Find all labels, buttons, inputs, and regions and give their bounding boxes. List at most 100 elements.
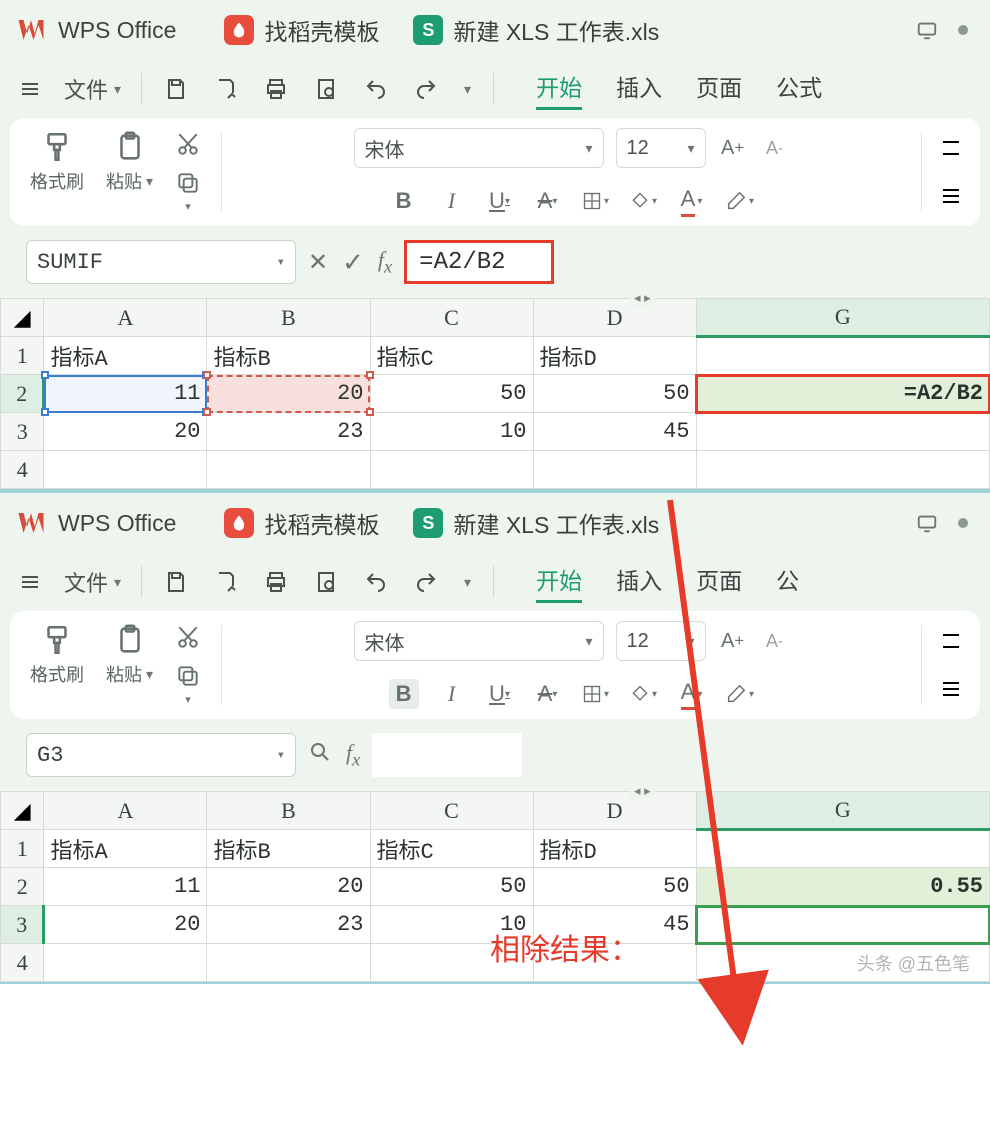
cell[interactable]: 指标B xyxy=(207,830,370,868)
row-header[interactable]: 3 xyxy=(1,906,44,944)
name-box[interactable]: G3▾ xyxy=(26,733,296,777)
tab-page[interactable]: 页面 xyxy=(696,562,742,603)
format-painter-button[interactable]: 格式刷 xyxy=(24,621,90,689)
cell[interactable]: 指标C xyxy=(370,830,533,868)
cut-icon[interactable] xyxy=(169,129,207,159)
font-name-select[interactable]: 宋体▾ xyxy=(354,128,604,168)
col-header[interactable]: A xyxy=(44,792,207,830)
row-header[interactable]: 1 xyxy=(1,830,44,868)
spreadsheet-grid[interactable]: ◂ ▸ ◢ A B C D G 1 指标A 指标B 指标C 指标D 2 11 xyxy=(0,298,990,489)
more-dot-icon[interactable] xyxy=(958,25,968,35)
tab-templates[interactable]: 找稻壳模板 xyxy=(210,493,393,553)
tab-formula[interactable]: 公 xyxy=(776,562,799,603)
cell[interactable]: 指标A xyxy=(44,337,207,375)
row-header[interactable]: 1 xyxy=(1,337,44,375)
print-preview-icon[interactable] xyxy=(304,60,348,118)
col-header[interactable]: G xyxy=(696,792,989,830)
redo-icon[interactable] xyxy=(404,553,448,611)
cell[interactable]: 指标D xyxy=(533,830,696,868)
save-as-icon[interactable] xyxy=(204,60,248,118)
fill-color-icon[interactable]: ▾ xyxy=(629,679,659,709)
file-menu[interactable]: 文件▾ xyxy=(56,553,129,611)
col-header[interactable]: A xyxy=(44,299,207,337)
save-as-icon[interactable] xyxy=(204,553,248,611)
cell[interactable]: 50 xyxy=(370,375,533,413)
cell-g2-formula[interactable]: =A2/B2 xyxy=(696,375,989,413)
cell[interactable]: 指标B xyxy=(207,337,370,375)
tab-start[interactable]: 开始 xyxy=(536,562,582,603)
cell[interactable]: 指标D xyxy=(533,337,696,375)
font-increase-icon[interactable]: A+ xyxy=(718,133,748,163)
save-icon[interactable] xyxy=(154,60,198,118)
col-header[interactable]: D xyxy=(533,299,696,337)
tab-document[interactable]: S 新建 XLS 工作表.xls xyxy=(399,493,673,553)
redo-icon[interactable] xyxy=(404,60,448,118)
align-icon-2[interactable] xyxy=(936,181,966,211)
tab-document[interactable]: S 新建 XLS 工作表.xls xyxy=(399,0,673,60)
cell[interactable]: 指标A xyxy=(44,830,207,868)
hamburger-menu[interactable] xyxy=(10,553,50,611)
align-icon-2[interactable] xyxy=(936,674,966,704)
strikethrough-icon[interactable]: A▾ xyxy=(533,679,563,709)
italic-icon[interactable]: I xyxy=(437,679,467,709)
cell[interactable]: 23 xyxy=(207,906,370,944)
select-all-corner[interactable]: ◢ xyxy=(1,792,44,830)
more-dropdown[interactable]: ▾ xyxy=(454,553,481,611)
bold-icon[interactable]: B xyxy=(389,679,419,709)
format-painter-button[interactable]: 格式刷 xyxy=(24,128,90,196)
strikethrough-icon[interactable]: A▾ xyxy=(533,186,563,216)
hamburger-menu[interactable] xyxy=(10,60,50,118)
underline-icon[interactable]: U▾ xyxy=(485,186,515,216)
cancel-formula-icon[interactable]: ✕ xyxy=(308,248,328,277)
border-icon[interactable]: ▾ xyxy=(581,679,611,709)
row-header[interactable]: 2 xyxy=(1,868,44,906)
col-header[interactable]: C xyxy=(370,792,533,830)
font-size-select[interactable]: 12▾ xyxy=(616,128,706,168)
cell[interactable]: 10 xyxy=(370,413,533,451)
font-decrease-icon[interactable]: A- xyxy=(760,626,790,656)
column-expand-icon[interactable]: ◂ ▸ xyxy=(630,783,655,799)
cut-icon[interactable] xyxy=(169,622,207,652)
row-header[interactable]: 4 xyxy=(1,451,44,489)
zoom-icon[interactable] xyxy=(308,740,332,769)
font-decrease-icon[interactable]: A- xyxy=(760,133,790,163)
eraser-icon[interactable]: ▾ xyxy=(725,186,755,216)
fill-color-icon[interactable]: ▾ xyxy=(629,186,659,216)
row-header[interactable]: 2 xyxy=(1,375,44,413)
font-size-select[interactable]: 12▾ xyxy=(616,621,706,661)
row-header[interactable]: 4 xyxy=(1,944,44,982)
name-box[interactable]: SUMIF▾ xyxy=(26,240,296,284)
eraser-icon[interactable]: ▾ xyxy=(725,679,755,709)
tab-insert[interactable]: 插入 xyxy=(616,69,662,110)
cell-a2[interactable]: 11 xyxy=(44,375,207,413)
column-expand-icon[interactable]: ◂ ▸ xyxy=(630,290,655,306)
cell[interactable]: 50 xyxy=(370,868,533,906)
fx-icon[interactable]: fx xyxy=(378,247,392,277)
undo-icon[interactable] xyxy=(354,60,398,118)
screen-icon[interactable] xyxy=(916,19,938,41)
row-header[interactable]: 3 xyxy=(1,413,44,451)
confirm-formula-icon[interactable]: ✓ xyxy=(342,247,364,278)
cell[interactable]: 50 xyxy=(533,868,696,906)
select-all-corner[interactable]: ◢ xyxy=(1,299,44,337)
cell[interactable]: 50 xyxy=(533,375,696,413)
col-header[interactable]: D xyxy=(533,792,696,830)
cell[interactable]: 20 xyxy=(44,413,207,451)
cell[interactable]: 20 xyxy=(207,868,370,906)
copy-icon[interactable]: ▾ xyxy=(169,168,207,215)
align-icon-1[interactable] xyxy=(936,626,966,656)
border-icon[interactable]: ▾ xyxy=(581,186,611,216)
formula-input[interactable] xyxy=(372,733,522,777)
tab-formula[interactable]: 公式 xyxy=(776,69,822,110)
formula-input[interactable]: =A2/B2 xyxy=(404,240,554,284)
col-header[interactable]: B xyxy=(207,792,370,830)
underline-icon[interactable]: U▾ xyxy=(485,679,515,709)
col-header[interactable]: C xyxy=(370,299,533,337)
cell[interactable]: 20 xyxy=(44,906,207,944)
cell-b2[interactable]: 20 xyxy=(207,375,370,413)
font-color-icon[interactable]: A▾ xyxy=(677,679,707,709)
cell[interactable] xyxy=(44,451,207,489)
cell-g2-result[interactable]: 0.55 xyxy=(696,868,989,906)
more-dropdown[interactable]: ▾ xyxy=(454,60,481,118)
fx-icon[interactable]: fx xyxy=(346,740,360,770)
